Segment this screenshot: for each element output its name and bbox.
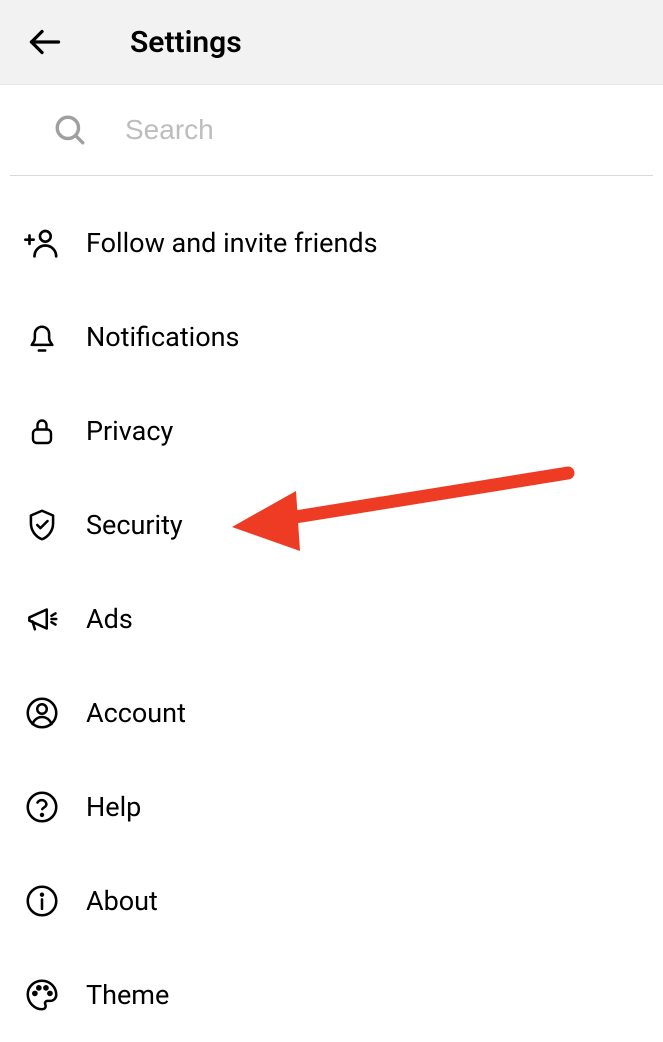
lock-icon: [20, 409, 64, 453]
back-button[interactable]: [20, 17, 70, 67]
menu-label: Help: [86, 791, 141, 823]
shield-check-icon: [20, 503, 64, 547]
search-icon: [50, 110, 90, 150]
menu-item-privacy[interactable]: Privacy: [0, 384, 663, 478]
info-icon: [20, 879, 64, 923]
help-icon: [20, 785, 64, 829]
menu-item-security[interactable]: Security: [0, 478, 663, 572]
header: Settings: [0, 0, 663, 85]
settings-menu: Follow and invite friends Notifications …: [0, 176, 663, 1042]
menu-item-help[interactable]: Help: [0, 760, 663, 854]
search-row[interactable]: [10, 85, 653, 176]
menu-label: Follow and invite friends: [86, 227, 378, 259]
menu-label: About: [86, 885, 158, 917]
add-person-icon: [20, 221, 64, 265]
menu-item-account[interactable]: Account: [0, 666, 663, 760]
menu-label: Notifications: [86, 321, 239, 353]
palette-icon: [20, 973, 64, 1017]
menu-label: Security: [86, 509, 183, 541]
menu-item-ads[interactable]: Ads: [0, 572, 663, 666]
bell-icon: [20, 315, 64, 359]
menu-label: Theme: [86, 979, 169, 1011]
menu-item-follow-invite[interactable]: Follow and invite friends: [0, 196, 663, 290]
menu-label: Privacy: [86, 415, 173, 447]
menu-label: Account: [86, 697, 186, 729]
search-input[interactable]: [125, 114, 525, 146]
menu-item-about[interactable]: About: [0, 854, 663, 948]
page-title: Settings: [130, 25, 242, 60]
account-icon: [20, 691, 64, 735]
megaphone-icon: [20, 597, 64, 641]
menu-label: Ads: [86, 603, 133, 635]
menu-item-notifications[interactable]: Notifications: [0, 290, 663, 384]
menu-item-theme[interactable]: Theme: [0, 948, 663, 1042]
back-arrow-icon: [27, 24, 63, 60]
